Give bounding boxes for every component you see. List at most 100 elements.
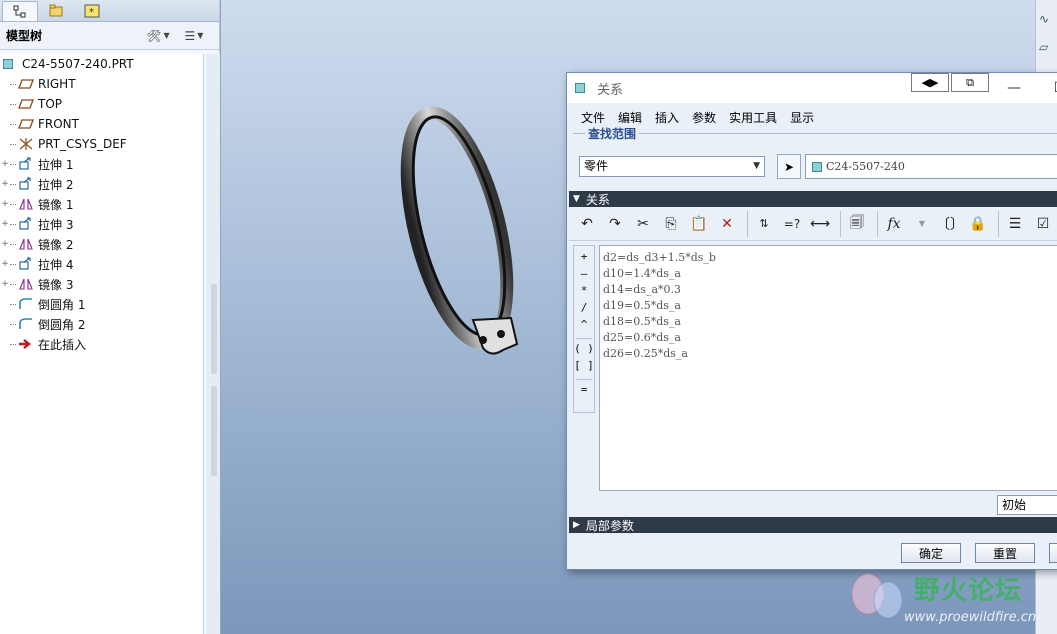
menu-item[interactable]: 参数 xyxy=(692,109,716,126)
splitter-grip[interactable] xyxy=(211,386,217,476)
model-tree-title: 模型树 xyxy=(6,29,43,43)
operator-button[interactable]: * xyxy=(581,284,588,301)
operator-button[interactable]: – xyxy=(581,267,588,284)
tree-item[interactable]: + 拉伸 3 xyxy=(0,214,203,234)
tree-item[interactable]: TOP xyxy=(0,94,203,114)
relation-line[interactable]: d25=0.6*ds_a xyxy=(603,330,1057,346)
round-icon xyxy=(18,297,34,311)
local-params-section-header[interactable]: ▶ 局部参数 xyxy=(569,517,1057,533)
relations-editor[interactable]: d2=ds_d3+1.5*ds_b d10=1.4*ds_a d14=ds_a*0.… xyxy=(599,245,1057,491)
menu-item[interactable]: 实用工具 xyxy=(729,109,777,126)
plane-icon[interactable]: ▱ xyxy=(1039,40,1048,54)
maximize-button[interactable]: ☐ xyxy=(1037,73,1057,103)
relation-line[interactable]: d14=ds_a*0.3 xyxy=(603,282,1057,298)
select-object-button[interactable]: ➤ xyxy=(777,154,801,179)
tree-item[interactable]: + 镜像 2 xyxy=(0,234,203,254)
relation-line[interactable]: d19=0.5*ds_a xyxy=(603,298,1057,314)
tree-item[interactable]: + 拉伸 2 xyxy=(0,174,203,194)
tree-item-label: 拉伸 3 xyxy=(38,217,74,232)
show-info-button[interactable]: ☰ xyxy=(1003,212,1027,236)
tree-connector xyxy=(10,163,16,165)
operator-button[interactable]: + xyxy=(581,250,588,267)
tree-item[interactable]: + 镜像 1 xyxy=(0,194,203,214)
copy-icon: ⎘ xyxy=(665,215,677,232)
expand-dialog-button[interactable]: ◀▶ xyxy=(911,73,949,92)
minimize-button[interactable]: — xyxy=(991,73,1037,103)
verify-relations-button[interactable]: ☑ xyxy=(1031,212,1055,236)
cancel-button[interactable] xyxy=(1049,543,1057,563)
expand-plus-icon[interactable]: + xyxy=(0,279,10,289)
switch-dimensions-button[interactable]: ⇅ xyxy=(752,212,776,236)
relation-line[interactable]: d2=ds_d3+1.5*ds_b xyxy=(603,250,1057,266)
tree-item[interactable]: PRT_CSYS_DEF xyxy=(0,134,203,154)
tree-connector xyxy=(10,203,16,205)
reset-button[interactable]: 重置 xyxy=(975,543,1035,563)
tree-connector xyxy=(10,323,16,325)
redo-button[interactable]: ↷ xyxy=(603,212,627,236)
units-button[interactable]: 🔒 xyxy=(966,212,990,236)
sort-order-select[interactable]: 初始 xyxy=(997,495,1057,515)
splitter-grip[interactable] xyxy=(211,284,217,374)
operator-button[interactable]: / xyxy=(581,301,588,318)
copy-button[interactable]: ⎘ xyxy=(659,212,683,236)
relation-line[interactable]: d10=1.4*ds_a xyxy=(603,266,1057,282)
operator-button[interactable]: = xyxy=(581,383,588,400)
tree-item[interactable]: + 拉伸 1 xyxy=(0,154,203,174)
operator-button[interactable]: ( ) xyxy=(574,342,594,359)
show-dimension-button[interactable]: ⟷ xyxy=(808,212,832,236)
sketch-icon[interactable]: ∿ xyxy=(1039,12,1049,26)
menu-item[interactable]: 文件 xyxy=(581,109,605,126)
insert-function-button[interactable]: fx xyxy=(882,212,906,236)
expand-plus-icon[interactable]: + xyxy=(0,199,10,209)
menu-item[interactable]: 插入 xyxy=(655,109,679,126)
relations-section-header[interactable]: ▼ 关系 xyxy=(569,191,1057,207)
cut-button[interactable]: ✂ xyxy=(631,212,655,236)
operator-button[interactable]: [ ] xyxy=(574,359,594,376)
tree-show-button[interactable]: ☰ ▼ xyxy=(179,26,209,46)
part-name-field[interactable]: C24-5507-240 xyxy=(805,154,1057,179)
tree-root-item[interactable]: C24-5507-240.PRT xyxy=(0,54,203,74)
toolbar-separator xyxy=(877,210,878,237)
tree-item-label: 在此插入 xyxy=(38,337,87,352)
tree-item[interactable]: + 拉伸 4 xyxy=(0,254,203,274)
tree-settings-button[interactable]: 🛠 ▼ xyxy=(143,26,173,46)
scope-group: 查找范围 零件 ▼ ➤ C24-5507-240 xyxy=(573,125,1057,193)
model-tree-tab[interactable] xyxy=(2,1,38,21)
insert-parameter-button[interactable]: 〔〕 xyxy=(936,212,964,236)
insert-function-dropdown[interactable]: ▼ xyxy=(910,212,934,236)
expand-plus-icon[interactable]: + xyxy=(0,179,10,189)
undo-button[interactable]: ↶ xyxy=(575,212,599,236)
expand-plus-icon[interactable]: + xyxy=(0,159,10,169)
relation-line[interactable]: d18=0.5*ds_a xyxy=(603,314,1057,330)
delete-button[interactable]: ✕ xyxy=(715,212,739,236)
folder-browser-tab[interactable] xyxy=(38,1,74,21)
tree-item[interactable]: RIGHT xyxy=(0,74,203,94)
favorites-icon: * xyxy=(84,4,100,18)
panel-splitter[interactable] xyxy=(206,54,220,634)
svg-text:*: * xyxy=(89,7,94,18)
expand-plus-icon[interactable]: + xyxy=(0,259,10,269)
favorites-tab[interactable]: * xyxy=(74,1,110,21)
scope-select[interactable]: 零件 ▼ xyxy=(579,156,765,177)
operator-button[interactable]: ^ xyxy=(581,318,588,335)
tree-item-label: 倒圆角 1 xyxy=(38,297,86,312)
toolbar-separator xyxy=(840,210,841,237)
evaluate-button[interactable]: =? xyxy=(780,212,804,236)
menu-item[interactable]: 编辑 xyxy=(618,109,642,126)
detach-dialog-button[interactable]: ⧉ xyxy=(951,73,989,92)
tree-connector xyxy=(10,263,16,265)
paste-button[interactable]: 📋 xyxy=(687,212,711,236)
tree-item[interactable]: FRONT xyxy=(0,114,203,134)
expand-plus-icon[interactable]: + xyxy=(0,219,10,229)
expand-plus-icon[interactable]: + xyxy=(0,239,10,249)
dialog-titlebar[interactable]: 关系 ◀▶ ⧉ — ☐ xyxy=(567,73,1057,103)
ok-button[interactable]: 确定 xyxy=(901,543,961,563)
relation-line[interactable]: d26=0.25*ds_a xyxy=(603,346,1057,362)
sort-relations-button[interactable]: 🗐 xyxy=(845,212,869,236)
forum-watermark: 野火论坛 www.proewildfire.cn xyxy=(848,570,1038,630)
menu-item[interactable]: 显示 xyxy=(790,109,814,126)
tree-item[interactable]: 在此插入 xyxy=(0,334,203,354)
tree-item[interactable]: 倒圆角 2 xyxy=(0,314,203,334)
tree-item[interactable]: 倒圆角 1 xyxy=(0,294,203,314)
tree-item[interactable]: + 镜像 3 xyxy=(0,274,203,294)
